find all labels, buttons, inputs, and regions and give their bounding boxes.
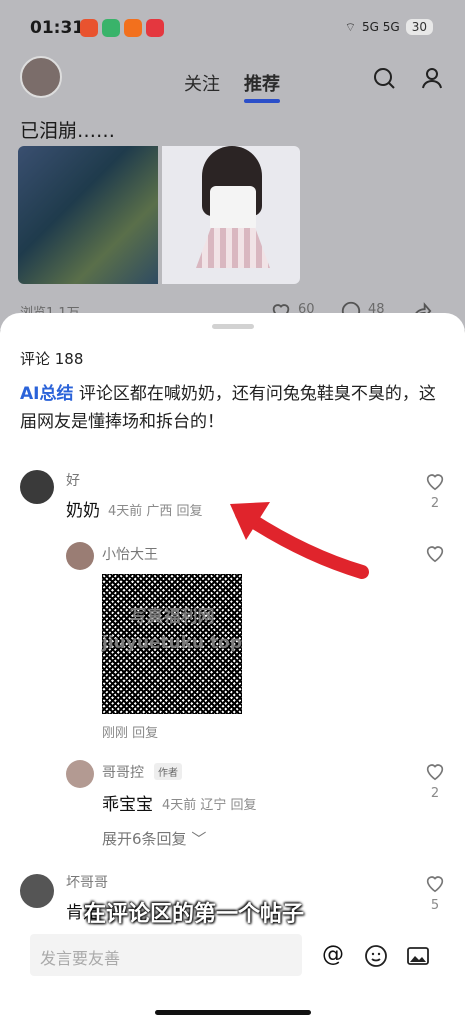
ai-summary-text: 评论区都在喊奶奶，还有问兔兔鞋臭不臭的，这届网友是懂捧场和拆台的！: [20, 384, 436, 432]
reply-author[interactable]: 小怡大王: [102, 544, 158, 564]
mention-icon[interactable]: @: [322, 942, 346, 967]
status-indicators: ⌔ 5G 5G 30: [345, 19, 433, 35]
wifi-icon: ⌔: [344, 19, 357, 34]
comment-author[interactable]: 好: [66, 470, 80, 490]
reply-meta[interactable]: 4天前 辽宁 回复: [162, 794, 257, 813]
post-image-game[interactable]: [18, 146, 158, 284]
heart-icon[interactable]: [424, 760, 446, 782]
ai-summary-label: AI总结: [20, 384, 74, 404]
app-notification-icon: [146, 19, 164, 37]
battery-icon: 30: [405, 19, 433, 35]
comment-input-placeholder: 发言要友善: [40, 949, 121, 968]
chevron-down-icon: ﹀: [191, 830, 207, 848]
status-time: 01:31: [30, 18, 85, 38]
video-caption-overlay: 在评论区的第一个帖子: [84, 902, 305, 927]
ai-summary: AI总结 评论区都在喊奶奶，还有问兔兔鞋臭不臭的，这届网友是懂捧场和拆台的！: [20, 380, 440, 436]
avatar[interactable]: [20, 874, 54, 908]
reply-image-watermark: 写真福利网 jiuyuetuku top: [102, 607, 243, 653]
app-notification-icon: [80, 19, 98, 37]
avatar[interactable]: [20, 56, 62, 98]
reply-meta[interactable]: 刚刚 回复: [102, 722, 158, 741]
signal-icon: 5G 5G: [362, 20, 400, 34]
app-notification-icon: [102, 19, 120, 37]
avatar[interactable]: [20, 470, 54, 504]
heart-icon[interactable]: [424, 470, 446, 492]
comment-count: 评论 188: [20, 350, 84, 368]
comment-input[interactable]: 发言要友善: [30, 934, 302, 976]
author-badge: 作者: [154, 763, 182, 780]
taobao-icon: [124, 19, 142, 37]
red-arrow-annotation: [230, 502, 369, 579]
emoji-icon[interactable]: [364, 944, 388, 968]
status-bar: 01:31 ⌔ 5G 5G 30: [0, 0, 465, 56]
sheet-drag-handle[interactable]: [212, 324, 254, 329]
search-icon[interactable]: [372, 66, 396, 90]
reply-author[interactable]: 哥哥控: [102, 762, 144, 782]
avatar[interactable]: [66, 760, 94, 788]
reply-text: 乖宝宝: [102, 795, 153, 815]
home-indicator: [155, 1010, 311, 1015]
post-image-photo[interactable]: [162, 146, 300, 284]
expand-replies-button[interactable]: 展开6条回复 ﹀: [102, 828, 206, 849]
active-tab-indicator: [244, 99, 280, 103]
reply-like-count: 2: [430, 786, 440, 801]
comment-like-count: 2: [430, 496, 440, 511]
heart-icon[interactable]: [424, 872, 446, 894]
comment-author[interactable]: 坏哥哥: [66, 872, 108, 892]
post-title: 已泪崩……: [20, 120, 116, 142]
avatar[interactable]: [66, 542, 94, 570]
image-icon[interactable]: [406, 944, 430, 968]
tab-following[interactable]: 关注: [184, 70, 220, 96]
comment-like-count: 5: [430, 898, 440, 913]
profile-icon[interactable]: [420, 66, 444, 90]
comment-meta[interactable]: 4天前 广西 回复: [108, 500, 203, 519]
tab-recommended[interactable]: 推荐: [244, 70, 280, 96]
comment-text: 奶奶: [66, 501, 100, 521]
heart-icon[interactable]: [424, 542, 446, 564]
